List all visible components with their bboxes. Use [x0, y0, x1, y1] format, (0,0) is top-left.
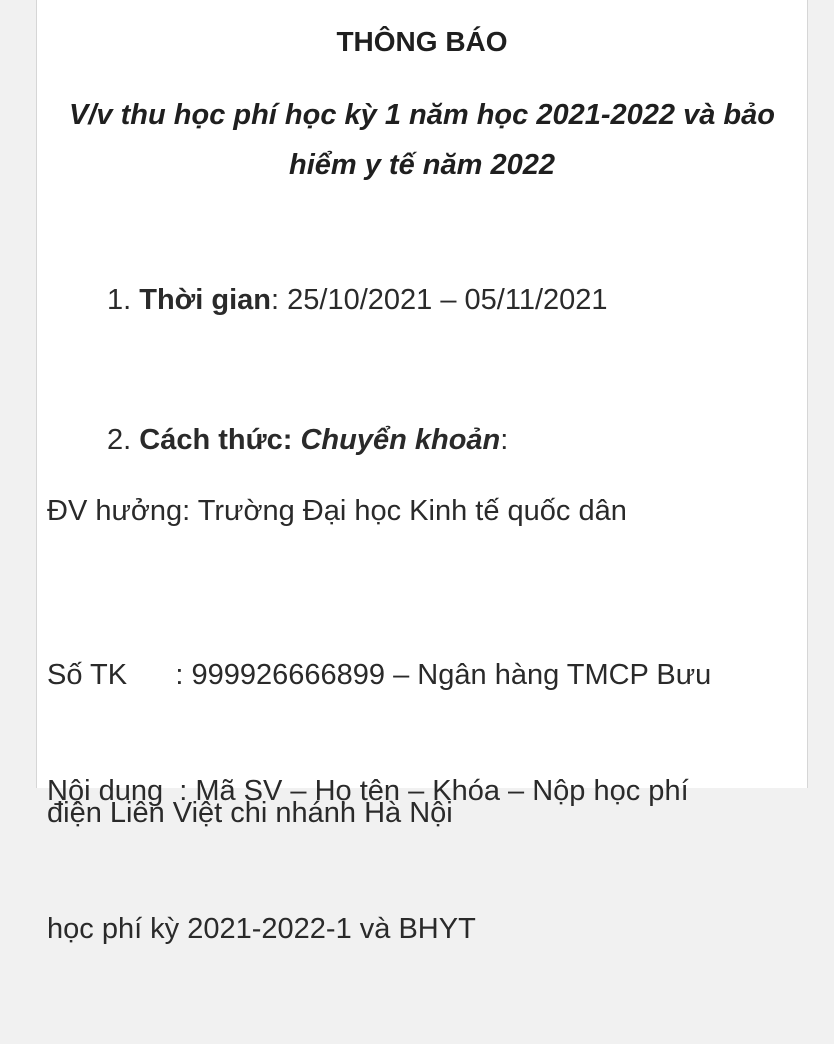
content-block: Nội dung : Mã SV – Họ tên – Khóa – Nộp h…	[47, 676, 797, 1044]
item-time: 1. Thời gian: 25/10/2021 – 05/11/2021	[107, 280, 608, 320]
item-method-suffix: :	[500, 424, 509, 456]
content-line-1: Nội dung : Mã SV – Họ tên – Khóa – Nộp h…	[47, 775, 689, 807]
item-method-label: Cách thức:	[139, 424, 293, 456]
item-method: 2. Cách thức: Chuyển khoản:	[107, 420, 508, 460]
subtitle-line-1: V/v thu học phí học kỳ 1 năm học 2021-20…	[69, 99, 775, 131]
item-time-label: Thời gian	[139, 284, 272, 316]
content-line-2: học phí kỳ 2021-2022-1 và BHYT	[47, 913, 476, 945]
document-page: THÔNG BÁO V/v thu học phí học kỳ 1 năm h…	[36, 0, 808, 945]
beneficiary-line: ĐV hưởng: Trường Đại học Kinh tế quốc dâ…	[47, 495, 627, 527]
item-time-value: : 25/10/2021 – 05/11/2021	[271, 284, 608, 316]
item-method-number: 2.	[107, 424, 132, 456]
subtitle-line-2: hiểm y tế năm 2022	[289, 149, 555, 181]
document-subtitle: V/v thu học phí học kỳ 1 năm học 2021-20…	[37, 90, 807, 190]
item-method-value: Chuyển khoản	[300, 424, 501, 456]
item-time-number: 1.	[107, 284, 132, 316]
document-title: THÔNG BÁO	[336, 26, 508, 57]
